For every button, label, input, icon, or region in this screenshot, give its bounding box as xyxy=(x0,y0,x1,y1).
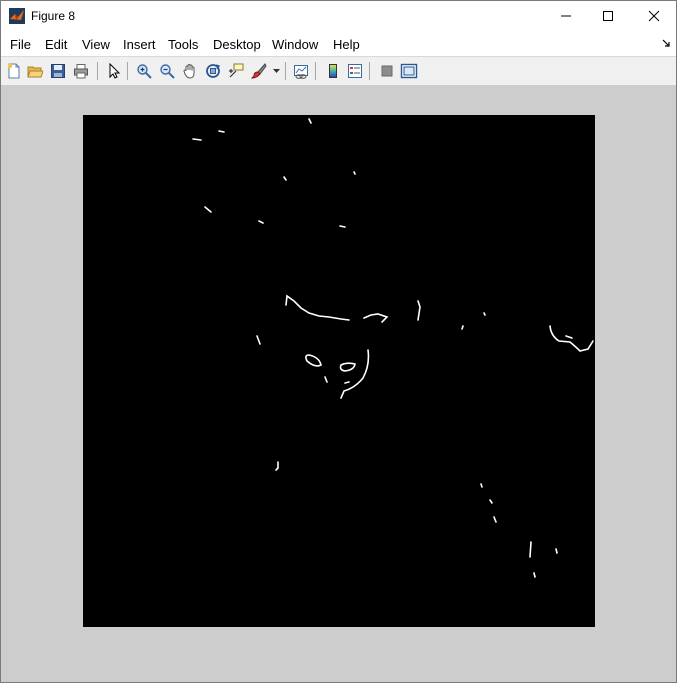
zoom-in-button[interactable] xyxy=(134,61,154,81)
toolbar-separator xyxy=(315,62,316,80)
menu-bar: File Edit View Insert Tools Desktop Wind… xyxy=(1,32,676,56)
undock-arrow-icon[interactable] xyxy=(662,39,670,47)
rotate-3d-icon xyxy=(206,64,221,78)
brush-button[interactable] xyxy=(249,61,269,81)
link-plot-icon xyxy=(294,65,308,79)
legend-icon xyxy=(348,64,362,78)
print-button[interactable] xyxy=(71,61,91,81)
maximize-button[interactable] xyxy=(585,1,631,31)
print-icon xyxy=(74,64,88,79)
toolbar-separator xyxy=(285,62,286,80)
menu-file[interactable]: File xyxy=(10,37,31,52)
select-arrow-button[interactable] xyxy=(104,61,124,81)
menu-window[interactable]: Window xyxy=(272,37,318,52)
data-cursor-button[interactable] xyxy=(226,61,246,81)
menu-tools[interactable]: Tools xyxy=(168,37,198,52)
select-arrow-icon xyxy=(109,63,121,79)
show-plot-tools-icon xyxy=(400,63,418,79)
save-icon xyxy=(51,64,65,78)
colorbar-button[interactable] xyxy=(323,61,343,81)
menu-view[interactable]: View xyxy=(82,37,110,52)
hide-plot-tools-button[interactable] xyxy=(377,61,397,81)
new-figure-icon xyxy=(7,63,20,79)
open-file-icon xyxy=(27,66,43,78)
figure-toolbar xyxy=(1,56,676,86)
toolbar-separator xyxy=(97,62,98,80)
toolbar-separator xyxy=(127,62,128,80)
maximize-icon xyxy=(603,11,613,21)
matlab-logo-icon xyxy=(9,8,25,24)
menu-edit[interactable]: Edit xyxy=(45,37,67,52)
close-icon xyxy=(648,10,660,22)
show-plot-tools-button[interactable] xyxy=(399,61,419,81)
brush-icon xyxy=(251,63,267,79)
new-figure-button[interactable] xyxy=(4,61,24,81)
open-file-button[interactable] xyxy=(25,61,45,81)
zoom-out-icon xyxy=(160,64,175,79)
legend-button[interactable] xyxy=(345,61,365,81)
pan-hand-icon xyxy=(183,63,195,79)
save-button[interactable] xyxy=(48,61,68,81)
title-bar[interactable]: Figure 8 xyxy=(1,1,676,32)
hide-plot-tools-icon xyxy=(381,65,393,77)
toolbar-separator xyxy=(369,62,370,80)
zoom-in-icon xyxy=(137,64,152,79)
close-button[interactable] xyxy=(631,1,676,31)
window-title: Figure 8 xyxy=(31,9,76,23)
pan-button[interactable] xyxy=(180,61,200,81)
figure-window: Figure 8 File Edit View Insert Tools Des… xyxy=(0,0,677,683)
edge-detection-image xyxy=(192,118,594,578)
image-axes[interactable] xyxy=(83,115,595,627)
menu-desktop[interactable]: Desktop xyxy=(213,37,261,52)
colorbar-icon xyxy=(329,64,337,78)
figure-canvas xyxy=(1,85,676,682)
minimize-button[interactable] xyxy=(543,1,589,31)
zoom-out-button[interactable] xyxy=(157,61,177,81)
link-plot-button[interactable] xyxy=(291,61,311,81)
menu-insert[interactable]: Insert xyxy=(123,37,156,52)
rotate-3d-button[interactable] xyxy=(203,61,223,81)
menu-help[interactable]: Help xyxy=(333,37,360,52)
data-cursor-icon xyxy=(229,63,244,78)
minimize-icon xyxy=(561,15,571,17)
brush-dropdown-icon[interactable] xyxy=(273,69,280,74)
